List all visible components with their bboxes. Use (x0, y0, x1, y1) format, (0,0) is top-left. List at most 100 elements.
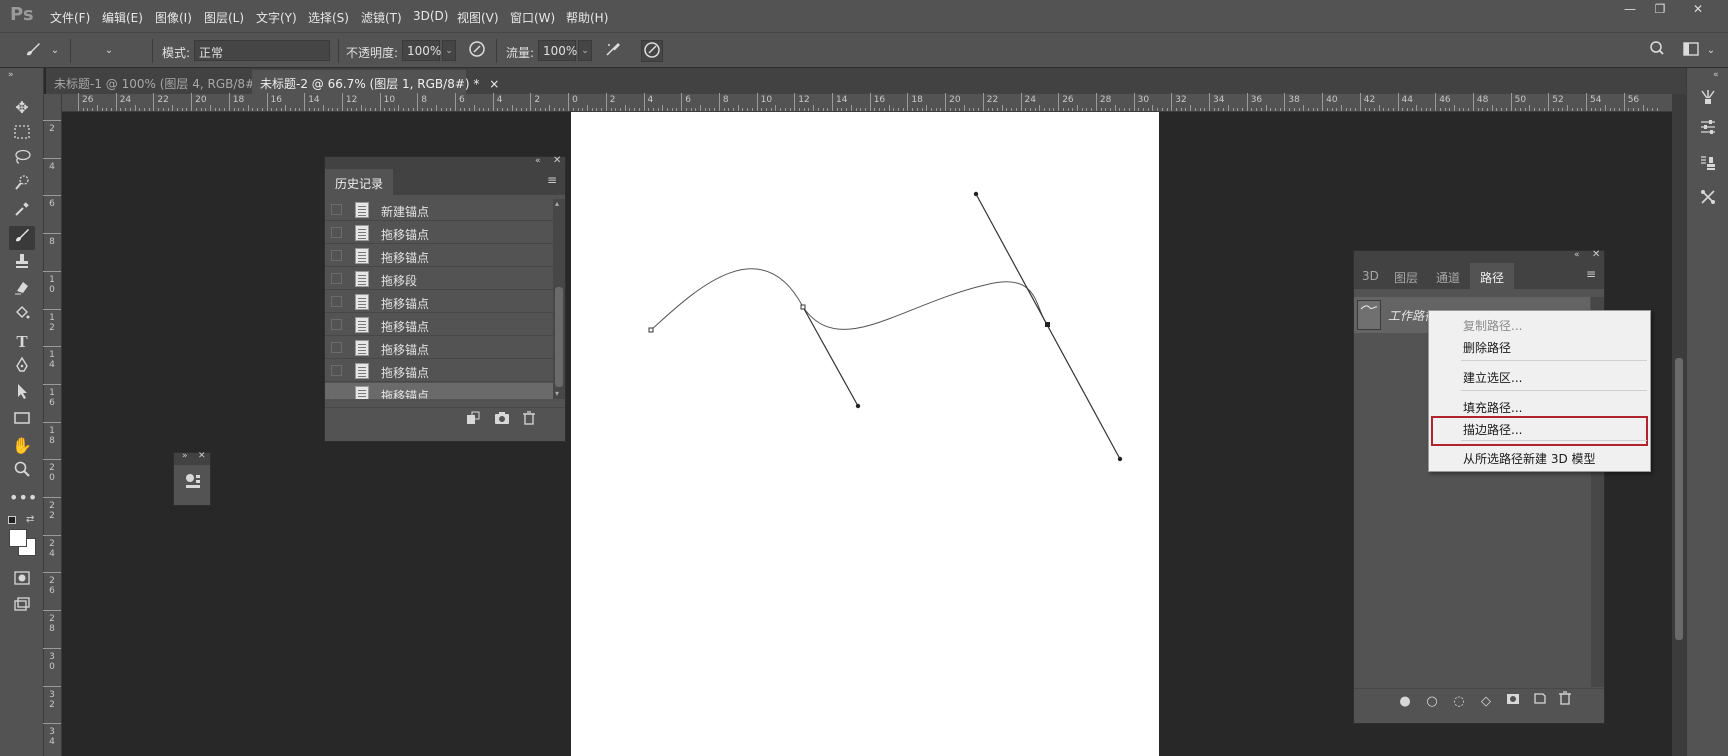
menu-item-make-selection[interactable]: 建立选区... (1429, 365, 1650, 387)
tab-paths[interactable]: 路径 (1470, 263, 1515, 289)
zoom-tool-icon[interactable] (9, 460, 35, 484)
history-brush-source-checkbox[interactable] (331, 365, 342, 376)
opacity-input[interactable]: 100% (402, 40, 441, 61)
move-tool-icon[interactable]: ✥ (9, 96, 35, 120)
list-item[interactable]: 拖移锚点 (325, 245, 553, 267)
menu-edit[interactable]: 编辑(E) (102, 9, 143, 26)
close-panel-icon[interactable]: ✕ (198, 451, 206, 461)
character-panel-icon[interactable] (183, 472, 203, 492)
clone-stamp-tool-icon[interactable] (9, 252, 35, 276)
menu-view[interactable]: 视图(V) (457, 9, 499, 26)
list-item[interactable]: 拖移锚点 (325, 337, 553, 359)
history-brush-source-checkbox[interactable] (331, 273, 342, 284)
history-brush-source-checkbox[interactable] (331, 204, 342, 215)
panel-menu-icon[interactable]: ≡ (1586, 267, 1596, 281)
menu-type[interactable]: 文字(Y) (256, 9, 297, 26)
workspace-switcher-icon[interactable] (1680, 40, 1702, 62)
brush-settings-icon[interactable] (1697, 88, 1719, 110)
tab-document-2[interactable]: 未标题-2 @ 66.7% (图层 1, RGB/8#) * × (252, 70, 499, 94)
new-document-from-state-icon[interactable] (462, 411, 484, 433)
menu-select[interactable]: 选择(S) (308, 9, 349, 26)
collapse-toolbar-icon[interactable]: » (8, 70, 14, 80)
brush-tool-icon[interactable] (22, 40, 44, 62)
menu-item-fill-path[interactable]: 填充路径... (1429, 395, 1650, 417)
make-work-path-icon[interactable]: ◇ (1475, 691, 1497, 713)
clone-source-icon[interactable] (1697, 154, 1719, 176)
airbrush-icon[interactable] (602, 40, 624, 62)
menu-file[interactable]: 文件(F) (50, 9, 90, 26)
list-item[interactable]: 拖移锚点 (325, 360, 553, 382)
path-selection-tool-icon[interactable] (9, 382, 35, 406)
quick-selection-tool-icon[interactable] (9, 174, 35, 198)
screen-mode-icon[interactable] (9, 594, 35, 618)
adjustments-icon[interactable] (1697, 118, 1719, 140)
tab-channels[interactable]: 通道 (1428, 263, 1468, 289)
history-scrollbar[interactable]: ▴ ▾ (553, 199, 565, 399)
list-item[interactable]: 拖移锚点 (325, 383, 553, 399)
history-brush-source-checkbox[interactable] (331, 296, 342, 307)
quick-mask-icon[interactable] (9, 568, 35, 592)
panel-menu-icon[interactable]: ≡ (547, 173, 557, 187)
tool-presets-icon[interactable] (1697, 188, 1719, 210)
opacity-dropdown-icon[interactable]: ⌄ (442, 40, 456, 61)
scrollbar-thumb[interactable] (555, 287, 563, 387)
tab-3d[interactable]: 3D (1354, 263, 1387, 289)
brush-tool-icon[interactable] (9, 226, 35, 250)
menu-help[interactable]: 帮助(H) (566, 9, 608, 26)
hand-tool-icon[interactable]: ✋ (9, 434, 35, 458)
tab-history[interactable]: 历史记录 (325, 169, 394, 195)
new-path-icon[interactable] (1529, 691, 1551, 713)
menu-filter[interactable]: 滤镜(T) (361, 9, 402, 26)
menu-layer[interactable]: 图层(L) (204, 9, 244, 26)
stroke-path-icon[interactable]: ○ (1421, 691, 1443, 713)
foreground-color-swatch[interactable] (9, 529, 27, 547)
camera-icon[interactable] (491, 411, 513, 433)
tab-layers[interactable]: 图层 (1386, 263, 1426, 289)
tab-close-icon[interactable]: × (489, 77, 499, 91)
menu-3d[interactable]: 3D(D) (413, 9, 448, 23)
pen-tool-icon[interactable] (9, 356, 35, 380)
rectangle-tool-icon[interactable] (9, 408, 35, 432)
mode-select[interactable]: 正常 (194, 40, 330, 61)
list-item[interactable]: 拖移段 (325, 268, 553, 290)
more-tools-icon[interactable]: ••• (9, 486, 37, 510)
chevron-down-icon[interactable]: ⌄ (44, 40, 66, 62)
close-panel-icon[interactable]: ✕ (553, 155, 561, 166)
minimize-button[interactable]: — (1616, 2, 1644, 20)
tab-document-1[interactable]: 未标题-1 @ 100% (图层 4, RGB/8#) * × (46, 70, 289, 94)
list-item[interactable]: 拖移锚点 (325, 314, 553, 336)
trash-icon[interactable] (1554, 691, 1576, 713)
canvas-vertical-scrollbar[interactable] (1672, 94, 1686, 756)
document-canvas[interactable] (571, 112, 1159, 756)
scrollbar-thumb[interactable] (1675, 358, 1683, 640)
menu-item-new-3d-from-path[interactable]: 从所选路径新建 3D 模型 (1429, 446, 1650, 468)
menu-image[interactable]: 图像(I) (155, 9, 192, 26)
menu-window[interactable]: 窗口(W) (510, 9, 555, 26)
flow-input[interactable]: 100% (538, 40, 577, 61)
list-item[interactable]: 新建锚点 (325, 199, 553, 221)
eraser-tool-icon[interactable] (9, 278, 35, 302)
trash-icon[interactable] (518, 411, 540, 433)
swap-colors-icon[interactable]: ⇄ (26, 514, 34, 525)
scroll-down-icon[interactable]: ▾ (555, 389, 559, 398)
history-brush-source-checkbox[interactable] (331, 227, 342, 238)
close-window-button[interactable]: ✕ (1684, 2, 1712, 20)
history-list[interactable]: 新建锚点 拖移锚点 拖移锚点 拖移段 拖移锚点 拖移锚点 拖移锚点 拖移锚点 拖… (325, 199, 553, 399)
eyedropper-tool-icon[interactable] (9, 200, 35, 224)
flow-dropdown-icon[interactable]: ⌄ (578, 40, 592, 61)
close-panel-icon[interactable]: ✕ (1592, 249, 1600, 260)
history-brush-source-checkbox[interactable] (331, 319, 342, 330)
collapse-panel-icon[interactable]: « (1574, 250, 1580, 260)
pressure-size-icon[interactable] (641, 40, 663, 62)
expand-panel-icon[interactable]: » (182, 451, 188, 461)
scroll-up-icon[interactable]: ▴ (555, 199, 559, 208)
load-selection-icon[interactable]: ◌ (1448, 691, 1470, 713)
brush-picker-chevron-icon[interactable]: ⌄ (98, 40, 120, 62)
marquee-tool-icon[interactable] (9, 122, 35, 146)
type-tool-icon[interactable]: T (9, 330, 35, 354)
workspace-chevron-icon[interactable]: ⌄ (1700, 40, 1722, 62)
paint-bucket-tool-icon[interactable] (9, 304, 35, 328)
restore-button[interactable]: ❐ (1646, 2, 1674, 20)
search-icon[interactable] (1646, 40, 1668, 62)
menu-item-duplicate-path[interactable]: 复制路径... (1429, 313, 1650, 335)
